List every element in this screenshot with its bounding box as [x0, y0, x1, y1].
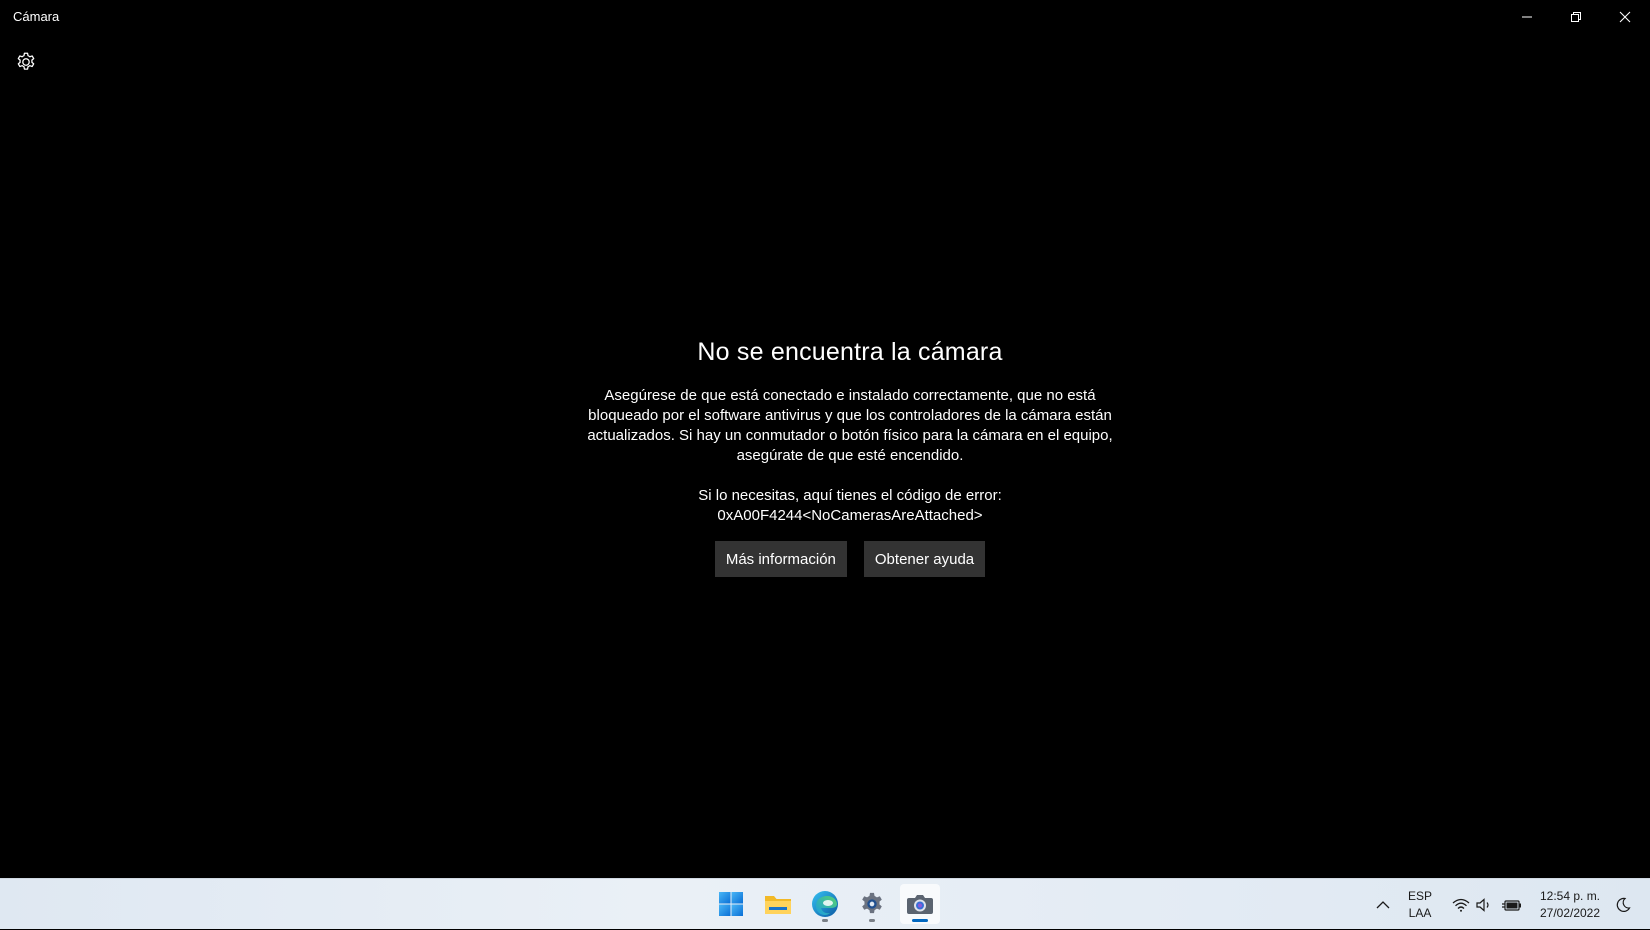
taskbar-start-button[interactable] [711, 884, 751, 924]
minimize-button[interactable] [1503, 0, 1551, 34]
error-code: 0xA00F4244<NoCamerasAreAttached> [717, 507, 983, 524]
language-secondary: LAA [1408, 905, 1432, 920]
focus-assist-button[interactable] [1612, 879, 1634, 930]
gear-icon [17, 52, 35, 70]
input-language-indicator[interactable]: ESP LAA [1400, 879, 1440, 930]
speaker-icon [1476, 897, 1489, 912]
window-title: Cámara [13, 9, 60, 24]
taskbar-edge[interactable] [805, 884, 845, 924]
error-panel: No se encuentra la cámara Asegúrese de q… [525, 332, 1175, 577]
error-actions: Más información Obtener ayuda [525, 541, 1175, 577]
error-title: No se encuentra la cámara [697, 338, 1003, 366]
close-icon [1619, 11, 1631, 23]
language-primary: ESP [1407, 888, 1432, 903]
moon-icon [1616, 897, 1631, 912]
volume-status[interactable] [1473, 879, 1497, 930]
camera-icon [907, 895, 933, 914]
wifi-status[interactable] [1449, 879, 1473, 930]
running-indicator [822, 919, 828, 922]
taskbar: ESP LAA 12:54 p. m. 27/02/2022 [0, 878, 1650, 929]
windows-logo-icon [719, 892, 743, 916]
clock-date: 27/02/2022 [1539, 905, 1601, 920]
camera-app-window: Cámara No se encuentra la cámara Asegúre… [0, 0, 1650, 878]
error-code-label: Si lo necesitas, aquí tienes el código d… [698, 487, 1002, 504]
battery-plugged-icon [1502, 899, 1521, 911]
wifi-icon [1452, 898, 1470, 912]
camera-settings-button[interactable] [12, 48, 40, 76]
show-hidden-icons-button[interactable] [1371, 879, 1395, 930]
more-info-button[interactable]: Más información [714, 541, 847, 577]
clock-time: 12:54 p. m. [1539, 888, 1601, 903]
chevron-up-icon [1376, 900, 1390, 908]
taskbar-file-explorer[interactable] [758, 884, 798, 924]
restore-button[interactable] [1552, 0, 1600, 34]
edge-icon [812, 891, 838, 917]
folder-icon [765, 896, 791, 914]
taskbar-camera[interactable] [900, 884, 940, 924]
minimize-icon [1522, 16, 1532, 18]
battery-status[interactable] [1499, 879, 1525, 930]
gear-icon [862, 892, 882, 914]
running-indicator [869, 919, 875, 922]
close-button[interactable] [1601, 0, 1649, 34]
title-bar[interactable]: Cámara [0, 0, 1650, 34]
get-help-button[interactable]: Obtener ayuda [863, 541, 986, 577]
error-message: Asegúrese de que está conectado e instal… [587, 387, 1113, 464]
restore-icon [1571, 12, 1581, 22]
clock[interactable]: 12:54 p. m. 27/02/2022 [1530, 879, 1610, 930]
taskbar-settings[interactable] [852, 884, 892, 924]
active-indicator [912, 919, 928, 922]
